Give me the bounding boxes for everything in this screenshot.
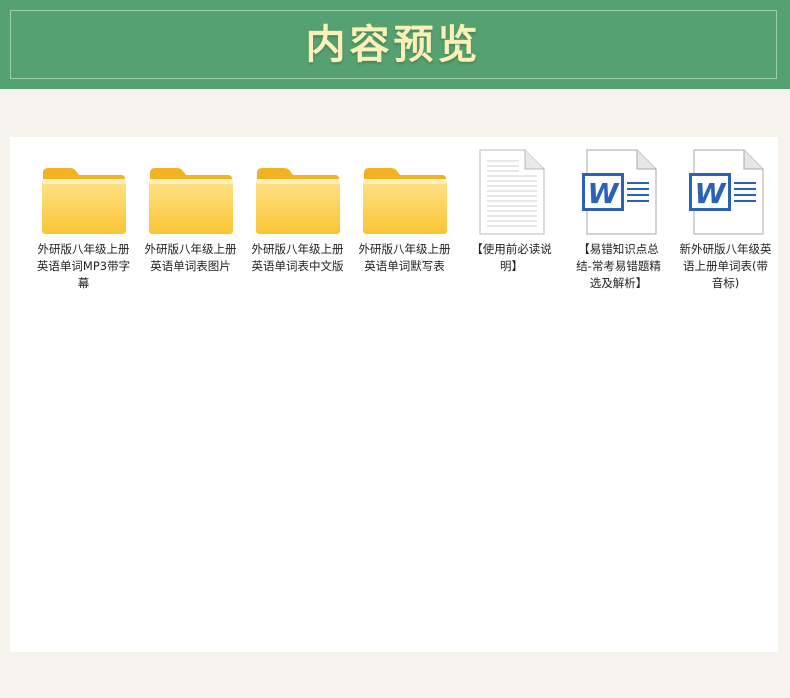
header-banner: 内容预览 [0,0,790,89]
file-item-word-wordlist[interactable]: W 新外研版八年级英语上册单词表(带音标) [672,149,779,292]
file-item-word-mistakes[interactable]: W 【易错知识点总结-常考易错题精选及解析】 [565,149,672,292]
folder-icon [39,149,129,235]
file-name: 外研版八年级上册英语单词表图片 [144,242,237,273]
file-preview-panel: 外研版八年级上册英语单词MP3带字幕 外研版八年级上册英语单词表图片 外研版八年… [10,137,778,652]
file-name: 新外研版八年级英语上册单词表(带音标) [679,242,772,290]
text-document-icon [467,149,557,235]
file-name: 【使用前必读说明】 [471,242,552,273]
file-item-folder-dictation[interactable]: 外研版八年级上册英语单词默写表 [351,149,458,292]
page-title: 内容预览 [305,20,482,68]
word-document-icon: W [574,149,664,235]
file-grid: 外研版八年级上册英语单词MP3带字幕 外研版八年级上册英语单词表图片 外研版八年… [30,149,779,292]
file-name: 【易错知识点总结-常考易错题精选及解析】 [576,242,661,290]
folder-icon [253,149,343,235]
folder-icon [146,149,236,235]
file-name: 外研版八年级上册英语单词默写表 [358,242,451,273]
word-document-icon: W [681,149,771,235]
svg-text:W: W [587,177,619,210]
file-name: 外研版八年级上册英语单词MP3带字幕 [36,242,131,290]
svg-text:W: W [694,177,726,210]
file-item-folder-mp3[interactable]: 外研版八年级上册英语单词MP3带字幕 [30,149,137,292]
file-name: 外研版八年级上册英语单词表中文版 [251,242,344,273]
file-item-folder-images[interactable]: 外研版八年级上册英语单词表图片 [137,149,244,292]
file-item-readme[interactable]: 【使用前必读说明】 [458,149,565,292]
folder-icon [360,149,450,235]
header-frame: 内容预览 [10,10,777,79]
file-item-folder-chinese[interactable]: 外研版八年级上册英语单词表中文版 [244,149,351,292]
